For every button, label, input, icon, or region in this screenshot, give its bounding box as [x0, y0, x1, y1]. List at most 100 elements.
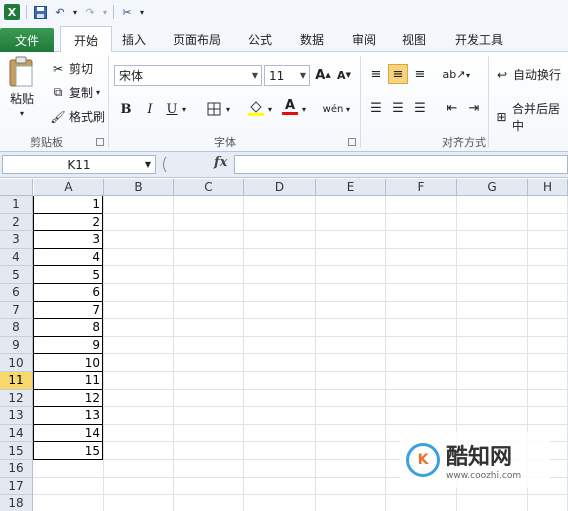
- font-size-combo[interactable]: 11 ▼: [264, 65, 310, 86]
- chevron-down-icon[interactable]: ▼: [300, 71, 306, 80]
- column-header-b[interactable]: B: [104, 179, 174, 196]
- row-header-9[interactable]: 9: [0, 336, 33, 355]
- row-header-3[interactable]: 3: [0, 231, 33, 249]
- row-header-10[interactable]: 10: [0, 354, 33, 372]
- column-header-f[interactable]: F: [386, 179, 457, 196]
- name-box[interactable]: K11 ▼: [2, 155, 156, 174]
- format-painter-button[interactable]: 🖌 格式刷: [50, 108, 105, 125]
- underline-dropdown-icon[interactable]: ▾: [182, 105, 186, 114]
- row-header-6[interactable]: 6: [0, 284, 33, 302]
- row-header-11[interactable]: 11: [0, 372, 33, 390]
- clipboard-launcher-icon[interactable]: [96, 138, 104, 146]
- column-header-g[interactable]: G: [457, 179, 528, 196]
- row-header-1[interactable]: 1: [0, 196, 33, 214]
- row-header-18[interactable]: 18: [0, 495, 33, 511]
- column-header-e[interactable]: E: [316, 179, 386, 196]
- bold-button[interactable]: B: [116, 99, 136, 119]
- align-center-button[interactable]: ☰: [388, 98, 408, 118]
- cell-a12[interactable]: 12: [33, 389, 103, 408]
- row-header-2[interactable]: 2: [0, 213, 33, 232]
- cut-button[interactable]: ✂ 剪切: [50, 60, 93, 77]
- undo-dropdown-icon[interactable]: ▾: [73, 8, 77, 17]
- cell-a8[interactable]: 8: [33, 319, 103, 337]
- tab-file[interactable]: 文件: [0, 28, 54, 52]
- cell-a9[interactable]: 9: [33, 336, 103, 355]
- cell-a13[interactable]: 13: [33, 407, 103, 425]
- chevron-down-icon[interactable]: ▼: [252, 71, 258, 80]
- border-button[interactable]: [204, 99, 224, 119]
- cell-a15[interactable]: 15: [33, 442, 103, 460]
- column-header-d[interactable]: D: [244, 179, 316, 196]
- font-color-button[interactable]: A: [280, 97, 300, 117]
- border-dropdown-icon[interactable]: ▾: [226, 105, 230, 114]
- redo-dropdown-icon[interactable]: ▾: [103, 8, 107, 17]
- decrease-indent-button[interactable]: ⇤: [442, 98, 462, 118]
- font-color-dropdown-icon[interactable]: ▾: [302, 105, 306, 114]
- tab-review[interactable]: 审阅: [342, 26, 386, 52]
- row-header-7[interactable]: 7: [0, 301, 33, 320]
- font-name-combo[interactable]: 宋体 ▼: [114, 65, 262, 86]
- tab-developer[interactable]: 开发工具: [446, 26, 512, 52]
- align-left-button[interactable]: ☰: [366, 98, 386, 118]
- align-right-button[interactable]: ☰: [410, 98, 430, 118]
- align-top-button[interactable]: ≡: [366, 64, 386, 84]
- tools-icon[interactable]: ✂: [120, 5, 134, 19]
- cell-a3[interactable]: 3: [33, 231, 103, 249]
- shrink-font-button[interactable]: A ▼: [334, 65, 354, 85]
- cell-a1[interactable]: 1: [33, 196, 103, 214]
- cell-a7[interactable]: 7: [33, 301, 103, 320]
- redo-icon[interactable]: ↷: [83, 5, 97, 19]
- row-header-16[interactable]: 16: [0, 460, 33, 478]
- underline-button[interactable]: U: [162, 99, 182, 119]
- tab-page-layout[interactable]: 页面布局: [164, 26, 230, 52]
- chevron-down-icon[interactable]: ▼: [145, 160, 151, 169]
- row-header-17[interactable]: 17: [0, 477, 33, 496]
- column-header-c[interactable]: C: [174, 179, 244, 196]
- cell-a10[interactable]: 10: [33, 354, 103, 372]
- align-middle-button[interactable]: ≡: [388, 64, 408, 84]
- cell-a6[interactable]: 6: [33, 284, 103, 302]
- tab-insert[interactable]: 插入: [114, 26, 154, 52]
- orientation-button[interactable]: ab↗: [443, 64, 466, 84]
- wrap-text-button[interactable]: ↩ 自动换行: [494, 66, 561, 83]
- paste-dropdown-icon[interactable]: ▾: [20, 109, 24, 118]
- align-bottom-button[interactable]: ≡: [410, 64, 430, 84]
- copy-button[interactable]: ⧉ 复制 ▾: [50, 84, 100, 101]
- italic-button[interactable]: I: [140, 99, 160, 119]
- orientation-dropdown-icon[interactable]: ▾: [466, 71, 470, 80]
- copy-dropdown-icon[interactable]: ▾: [96, 88, 100, 97]
- insert-function-button[interactable]: fx: [214, 155, 227, 170]
- tab-home[interactable]: 开始: [60, 26, 112, 53]
- cell-a11[interactable]: 11: [33, 372, 103, 390]
- save-icon[interactable]: [33, 5, 47, 19]
- undo-icon[interactable]: ↶: [53, 5, 67, 19]
- tab-view[interactable]: 视图: [394, 26, 434, 52]
- tab-data[interactable]: 数据: [290, 26, 334, 52]
- phonetic-button[interactable]: wén: [320, 99, 346, 119]
- row-header-8[interactable]: 8: [0, 319, 33, 337]
- row-header-12[interactable]: 12: [0, 389, 33, 408]
- grow-font-button[interactable]: A ▲: [313, 65, 333, 85]
- cell-a4[interactable]: 4: [33, 248, 103, 267]
- cell-a2[interactable]: 2: [33, 213, 103, 232]
- select-all-corner[interactable]: [0, 179, 33, 196]
- row-header-13[interactable]: 13: [0, 407, 33, 425]
- tab-formulas[interactable]: 公式: [238, 26, 282, 52]
- phonetic-dropdown-icon[interactable]: ▾: [346, 105, 350, 114]
- customize-toolbar-icon[interactable]: ▾: [140, 8, 144, 17]
- cell-a14[interactable]: 14: [33, 424, 103, 443]
- increase-indent-button[interactable]: ⇥: [464, 98, 484, 118]
- row-header-4[interactable]: 4: [0, 248, 33, 267]
- column-header-a[interactable]: A: [34, 179, 104, 196]
- formula-input[interactable]: [234, 155, 568, 174]
- row-header-14[interactable]: 14: [0, 424, 33, 443]
- font-launcher-icon[interactable]: [348, 138, 356, 146]
- paste-button[interactable]: 粘贴 ▾: [8, 56, 36, 118]
- cell-a5[interactable]: 5: [33, 266, 103, 284]
- column-header-h[interactable]: H: [528, 179, 568, 196]
- row-header-5[interactable]: 5: [0, 266, 33, 284]
- merge-center-button[interactable]: ⊞ 合并后居中: [494, 100, 568, 134]
- row-header-15[interactable]: 15: [0, 442, 33, 460]
- fill-color-dropdown-icon[interactable]: ▾: [268, 105, 272, 114]
- fill-color-button[interactable]: [246, 98, 266, 118]
